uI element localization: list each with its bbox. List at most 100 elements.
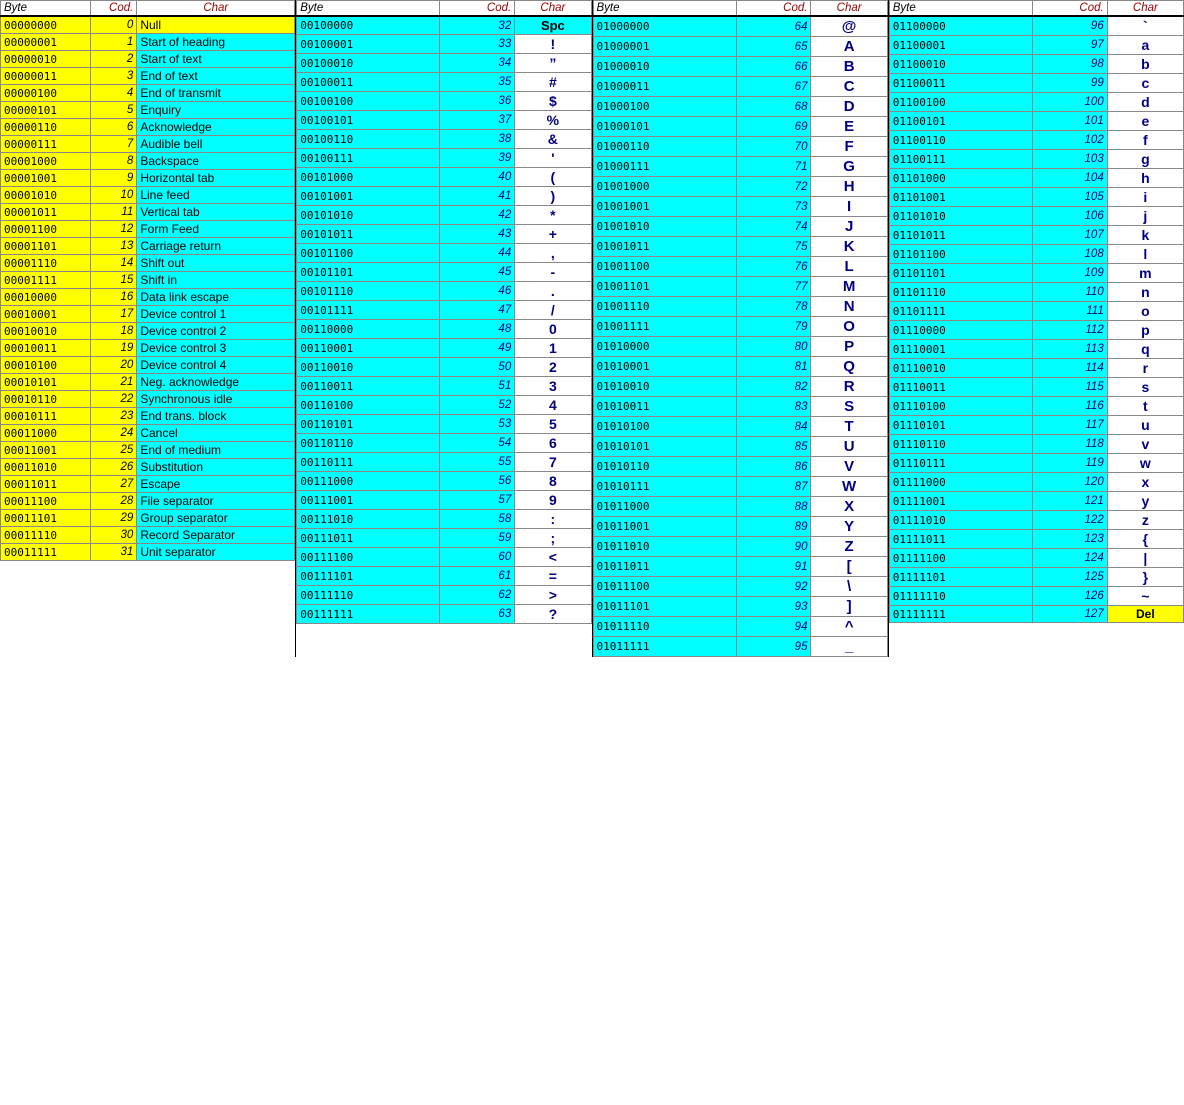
table-row: 0010100141) xyxy=(297,187,591,206)
code-value: 1 xyxy=(90,34,137,51)
table-row: 0100001066B xyxy=(593,57,887,77)
char-value: | xyxy=(1107,549,1183,568)
byte-value: 01100101 xyxy=(889,112,1032,131)
char-value: I xyxy=(811,197,887,217)
table-row: 0101111094^ xyxy=(593,617,887,637)
byte-value: 00000101 xyxy=(1,102,91,119)
code-value: 29 xyxy=(90,510,137,527)
byte-value: 00001010 xyxy=(1,187,91,204)
byte-value: 00000010 xyxy=(1,51,91,68)
byte-value: 01001001 xyxy=(593,197,736,217)
char-value: Record Separator xyxy=(137,527,295,544)
table-row: 0101101090Z xyxy=(593,537,887,557)
code-value: 113 xyxy=(1032,340,1107,359)
byte-value: 00111100 xyxy=(297,548,440,567)
code-value: 100 xyxy=(1032,93,1107,112)
table-row: 0001001018Device control 2 xyxy=(1,323,295,340)
char-value: , xyxy=(515,244,591,263)
table-row: 0100011171G xyxy=(593,157,887,177)
code-value: 36 xyxy=(440,92,515,111)
byte-value: 00110111 xyxy=(297,453,440,472)
table-row: 01110010114r xyxy=(889,359,1183,378)
table-row: 0001010020Device control 4 xyxy=(1,357,295,374)
byte-value: 00010010 xyxy=(1,323,91,340)
byte-value: 01101011 xyxy=(889,226,1032,245)
byte-value: 00110110 xyxy=(297,434,440,453)
table-row: 01100110102f xyxy=(889,131,1183,150)
code-value: 23 xyxy=(90,408,137,425)
table-row: 01110101117u xyxy=(889,416,1183,435)
table-row: 000001015Enquiry xyxy=(1,102,295,119)
char-value: Start of heading xyxy=(137,34,295,51)
char-value: End trans. block xyxy=(137,408,295,425)
code-value: 27 xyxy=(90,476,137,493)
byte-value: 01001100 xyxy=(593,257,736,277)
char-value: . xyxy=(515,282,591,301)
byte-value: 01110000 xyxy=(889,321,1032,340)
code-value: 115 xyxy=(1032,378,1107,397)
char-value: @ xyxy=(811,16,887,37)
byte-value: 01011001 xyxy=(593,517,736,537)
code-value: 41 xyxy=(440,187,515,206)
code-value: 37 xyxy=(440,111,515,130)
byte-value: 00001101 xyxy=(1,238,91,255)
byte-value: 01100111 xyxy=(889,150,1032,169)
code-value: 78 xyxy=(736,297,811,317)
table-row: 01111100124| xyxy=(889,549,1183,568)
header-code-3: Cod. xyxy=(1032,1,1107,17)
code-value: 85 xyxy=(736,437,811,457)
char-value: t xyxy=(1107,397,1183,416)
char-value: & xyxy=(515,130,591,149)
code-value: 111 xyxy=(1032,302,1107,321)
table-row: 0011101058: xyxy=(297,510,591,529)
table-row: 0011110161= xyxy=(297,567,591,586)
char-value: k xyxy=(1107,226,1183,245)
byte-value: 01011101 xyxy=(593,597,736,617)
byte-value: 01010101 xyxy=(593,437,736,457)
code-value: 14 xyxy=(90,255,137,272)
char-value: V xyxy=(811,457,887,477)
code-value: 103 xyxy=(1032,150,1107,169)
char-value: P xyxy=(811,337,887,357)
code-value: 45 xyxy=(440,263,515,282)
table-row: 0101011187W xyxy=(593,477,887,497)
table-row: 0010011038& xyxy=(297,130,591,149)
code-value: 5 xyxy=(90,102,137,119)
char-value: Z xyxy=(811,537,887,557)
header-char-0: Char xyxy=(137,1,295,17)
code-value: 68 xyxy=(736,97,811,117)
byte-value: 01011011 xyxy=(593,557,736,577)
code-value: 47 xyxy=(440,301,515,320)
table-row: 0100101175K xyxy=(593,237,887,257)
char-value: m xyxy=(1107,264,1183,283)
code-value: 43 xyxy=(440,225,515,244)
table-row: 0110001098b xyxy=(889,55,1183,74)
char-value: Del xyxy=(1107,606,1183,623)
byte-value: 01110101 xyxy=(889,416,1032,435)
table-row: 01100101101e xyxy=(889,112,1183,131)
byte-value: 01110001 xyxy=(889,340,1032,359)
byte-value: 01111110 xyxy=(889,587,1032,606)
code-value: 97 xyxy=(1032,36,1107,55)
table-row: 0001110028File separator xyxy=(1,493,295,510)
byte-value: 00100011 xyxy=(297,73,440,92)
code-value: 91 xyxy=(736,557,811,577)
code-value: 55 xyxy=(440,453,515,472)
code-value: 24 xyxy=(90,425,137,442)
char-value: < xyxy=(515,548,591,567)
code-value: 33 xyxy=(440,35,515,54)
code-value: 81 xyxy=(736,357,811,377)
byte-value: 01100010 xyxy=(889,55,1032,74)
table-row: 0100010068D xyxy=(593,97,887,117)
table-row: 0101010084T xyxy=(593,417,887,437)
header-char-2: Char xyxy=(811,1,887,17)
code-value: 82 xyxy=(736,377,811,397)
code-value: 52 xyxy=(440,396,515,415)
code-value: 51 xyxy=(440,377,515,396)
char-value: 0 xyxy=(515,320,591,339)
byte-value: 00000011 xyxy=(1,68,91,85)
char-value: Device control 3 xyxy=(137,340,295,357)
table-row: 0010100040( xyxy=(297,168,591,187)
table-row: 0001100125End of medium xyxy=(1,442,295,459)
table-row: 0101100088X xyxy=(593,497,887,517)
